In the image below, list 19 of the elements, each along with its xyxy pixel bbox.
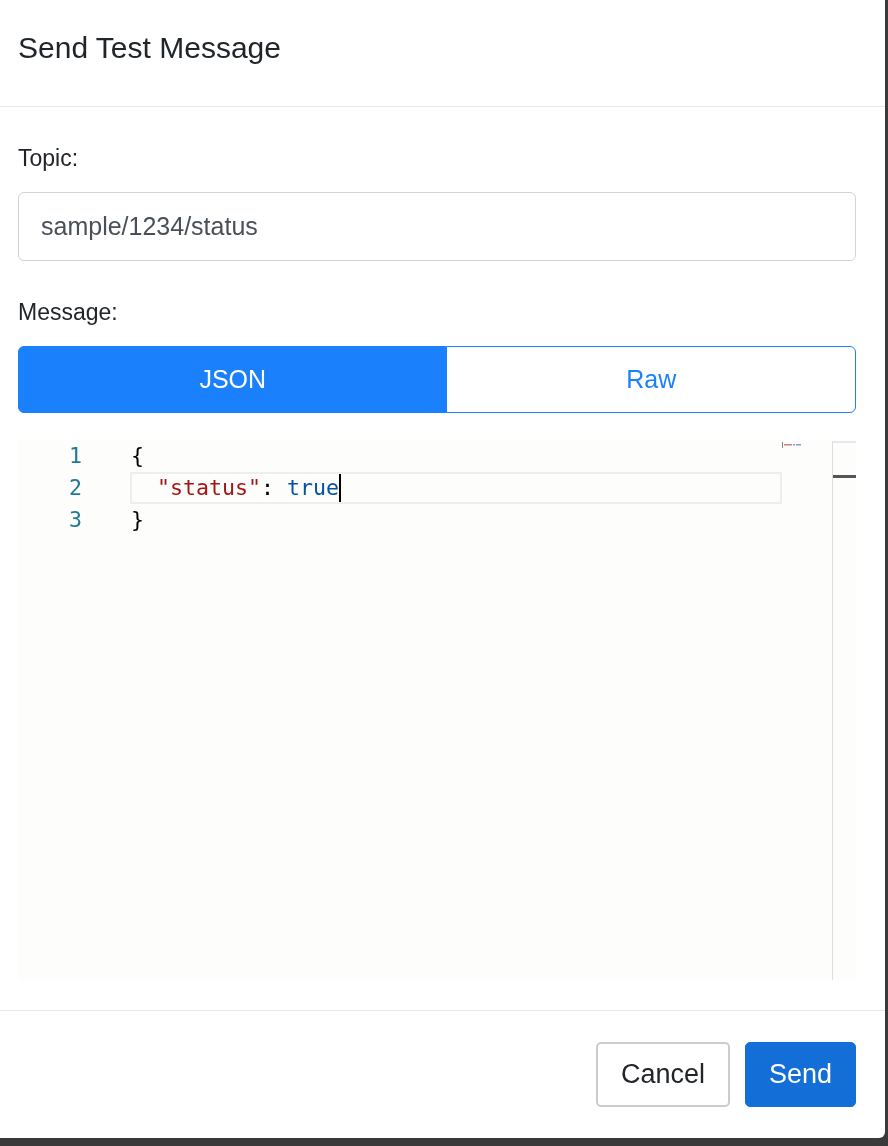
line-number: 2 <box>68 474 82 502</box>
topic-input-field[interactable]: sample/1234/status <box>18 192 856 261</box>
dialog-title: Send Test Message <box>18 30 281 66</box>
code-line: { <box>130 442 144 470</box>
message-label: Message: <box>18 298 118 327</box>
code-line: "status": true <box>156 474 340 502</box>
code-line: } <box>130 506 144 534</box>
topic-label: Topic: <box>18 144 79 173</box>
minimap-drawing <box>782 442 802 448</box>
send-button[interactable]: Send <box>744 1042 856 1107</box>
cursor-position-marker <box>833 475 856 478</box>
line-number: 3 <box>68 506 82 534</box>
format-tab[interactable]: Raw <box>446 346 856 413</box>
format-tab[interactable]: JSON <box>18 346 448 413</box>
cancel-button[interactable]: Cancel <box>595 1042 730 1107</box>
code-editor-field[interactable]: 1 2 3 { "status": true } <box>18 440 856 980</box>
line-number: 1 <box>68 442 82 470</box>
text-cursor <box>339 474 342 502</box>
overview-ruler[interactable] <box>832 441 856 980</box>
